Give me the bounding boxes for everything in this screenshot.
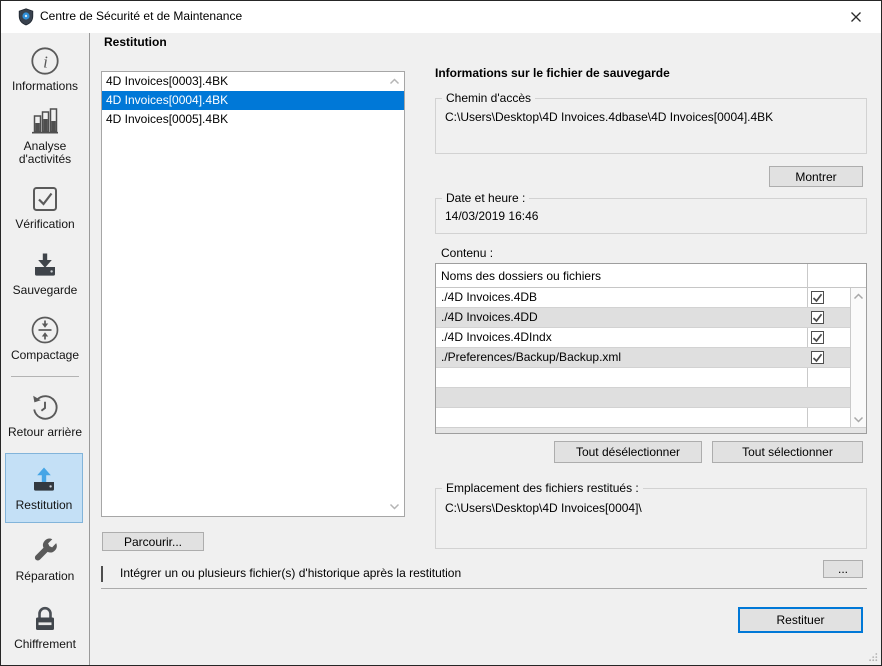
table-row[interactable]: ./4D Invoices.4DB	[436, 288, 850, 308]
table-row[interactable]: ./Preferences/Backup/Backup.xml	[436, 348, 850, 368]
shield-app-icon	[18, 8, 34, 26]
content-label: Contenu :	[441, 246, 493, 260]
wrench-icon	[29, 535, 61, 567]
checkmark-icon	[812, 352, 823, 363]
activity-chart-icon	[29, 105, 61, 137]
page-title: Restitution	[104, 35, 167, 49]
file-name-cell: ./4D Invoices.4DIndx	[436, 328, 807, 347]
sidebar: i Informations Analyse d'activités	[1, 33, 90, 666]
lock-icon	[29, 603, 61, 635]
row-checkbox[interactable]	[811, 291, 824, 304]
datetime-groupbox: Date et heure : 14/03/2019 16:46	[435, 198, 867, 234]
table-scrollbar[interactable]	[850, 288, 866, 428]
backup-file-list[interactable]: 4D Invoices[0003].4BK 4D Invoices[0004].…	[101, 71, 405, 517]
checkmark-icon	[812, 312, 823, 323]
sidebar-item-sauvegarde[interactable]: Sauvegarde	[1, 249, 89, 297]
scroll-down-icon[interactable]	[389, 503, 400, 510]
sidebar-item-retour-arriere[interactable]: Retour arrière	[1, 391, 89, 439]
backup-datetime: 14/03/2019 16:46	[445, 209, 538, 223]
rollback-clock-icon	[29, 391, 61, 423]
backup-file-item[interactable]: 4D Invoices[0003].4BK	[102, 72, 404, 91]
scroll-up-icon[interactable]	[389, 78, 400, 85]
bottom-separator	[101, 588, 867, 589]
restore-upload-icon	[28, 464, 60, 496]
row-checkbox[interactable]	[811, 351, 824, 364]
restore-button[interactable]: Restituer	[738, 607, 863, 633]
backup-file-path: C:\Users\Desktop\4D Invoices.4dbase\4D I…	[445, 110, 773, 124]
sidebar-item-label: Compactage	[5, 349, 85, 362]
sidebar-item-informations[interactable]: i Informations	[1, 45, 89, 93]
sidebar-item-label: Analyse d'activités	[5, 140, 85, 166]
row-checkbox[interactable]	[811, 311, 824, 324]
integrate-log-checkbox[interactable]	[101, 566, 103, 582]
sidebar-item-reparation[interactable]: Réparation	[1, 535, 89, 583]
table-row-empty	[436, 388, 850, 408]
check-square-icon	[29, 183, 61, 215]
content-table-body: ./4D Invoices.4DB ./4D Invoices.4DD ./4D…	[436, 288, 850, 428]
path-groupbox: Chemin d'accès C:\Users\Desktop\4D Invoi…	[435, 98, 867, 154]
backup-file-item[interactable]: 4D Invoices[0004].4BK	[102, 91, 404, 110]
sidebar-item-verification[interactable]: Vérification	[1, 183, 89, 231]
svg-text:i: i	[43, 53, 48, 72]
table-row[interactable]: ./4D Invoices.4DD	[436, 308, 850, 328]
content-table: Noms des dossiers ou fichiers ./4D Invoi…	[435, 263, 867, 434]
table-horizontal-scrollbar[interactable]	[436, 427, 866, 433]
table-row[interactable]: ./4D Invoices.4DIndx	[436, 328, 850, 348]
integrate-log-label: Intégrer un ou plusieurs fichier(s) d'hi…	[120, 567, 461, 580]
sidebar-item-restitution[interactable]: Restitution	[5, 453, 83, 523]
location-group-legend: Emplacement des fichiers restitués :	[442, 481, 643, 495]
sidebar-item-label: Sauvegarde	[5, 284, 85, 297]
backup-download-icon	[29, 249, 61, 281]
sidebar-item-label: Retour arrière	[5, 426, 85, 439]
content-table-header: Noms des dossiers ou fichiers	[436, 264, 866, 288]
close-button[interactable]	[839, 5, 873, 29]
file-name-cell: ./4D Invoices.4DB	[436, 288, 807, 307]
resize-grip[interactable]	[868, 652, 878, 662]
backup-file-item[interactable]: 4D Invoices[0005].4BK	[102, 110, 404, 129]
sidebar-item-label: Chiffrement	[5, 638, 85, 651]
file-name-cell: ./Preferences/Backup/Backup.xml	[436, 348, 807, 367]
checkmark-icon	[812, 292, 823, 303]
sidebar-item-compactage[interactable]: Compactage	[1, 314, 89, 362]
info-panel-heading: Informations sur le fichier de sauvegard…	[435, 66, 670, 80]
sidebar-item-label: Informations	[5, 80, 85, 93]
more-options-button[interactable]: ...	[823, 560, 863, 578]
window-title: Centre de Sécurité et de Maintenance	[40, 1, 242, 32]
browse-button[interactable]: Parcourir...	[102, 532, 204, 551]
compact-icon	[29, 314, 61, 346]
security-maintenance-window: Centre de Sécurité et de Maintenance i I…	[0, 0, 882, 666]
sidebar-divider	[11, 376, 79, 377]
restore-location-path: C:\Users\Desktop\4D Invoices[0004]\	[445, 501, 642, 515]
file-name-cell: ./4D Invoices.4DD	[436, 308, 807, 327]
scroll-up-icon[interactable]	[853, 293, 864, 300]
close-icon	[850, 11, 862, 23]
scroll-down-icon[interactable]	[853, 416, 864, 423]
path-group-legend: Chemin d'accès	[442, 91, 535, 105]
checkmark-icon	[812, 332, 823, 343]
table-row-empty	[436, 368, 850, 388]
info-icon: i	[29, 45, 61, 77]
sidebar-item-analyse-activites[interactable]: Analyse d'activités	[1, 105, 89, 166]
deselect-all-button[interactable]: Tout désélectionner	[554, 441, 702, 463]
sidebar-item-chiffrement[interactable]: Chiffrement	[1, 603, 89, 651]
select-all-button[interactable]: Tout sélectionner	[712, 441, 863, 463]
datetime-group-legend: Date et heure :	[442, 191, 529, 205]
title-bar: Centre de Sécurité et de Maintenance	[1, 1, 881, 33]
location-groupbox: Emplacement des fichiers restitués : C:\…	[435, 488, 867, 549]
sidebar-item-label: Vérification	[5, 218, 85, 231]
sidebar-item-label: Réparation	[5, 570, 85, 583]
row-checkbox[interactable]	[811, 331, 824, 344]
sidebar-item-label: Restitution	[4, 499, 84, 512]
show-button[interactable]: Montrer	[769, 166, 863, 187]
table-row-empty	[436, 408, 850, 428]
